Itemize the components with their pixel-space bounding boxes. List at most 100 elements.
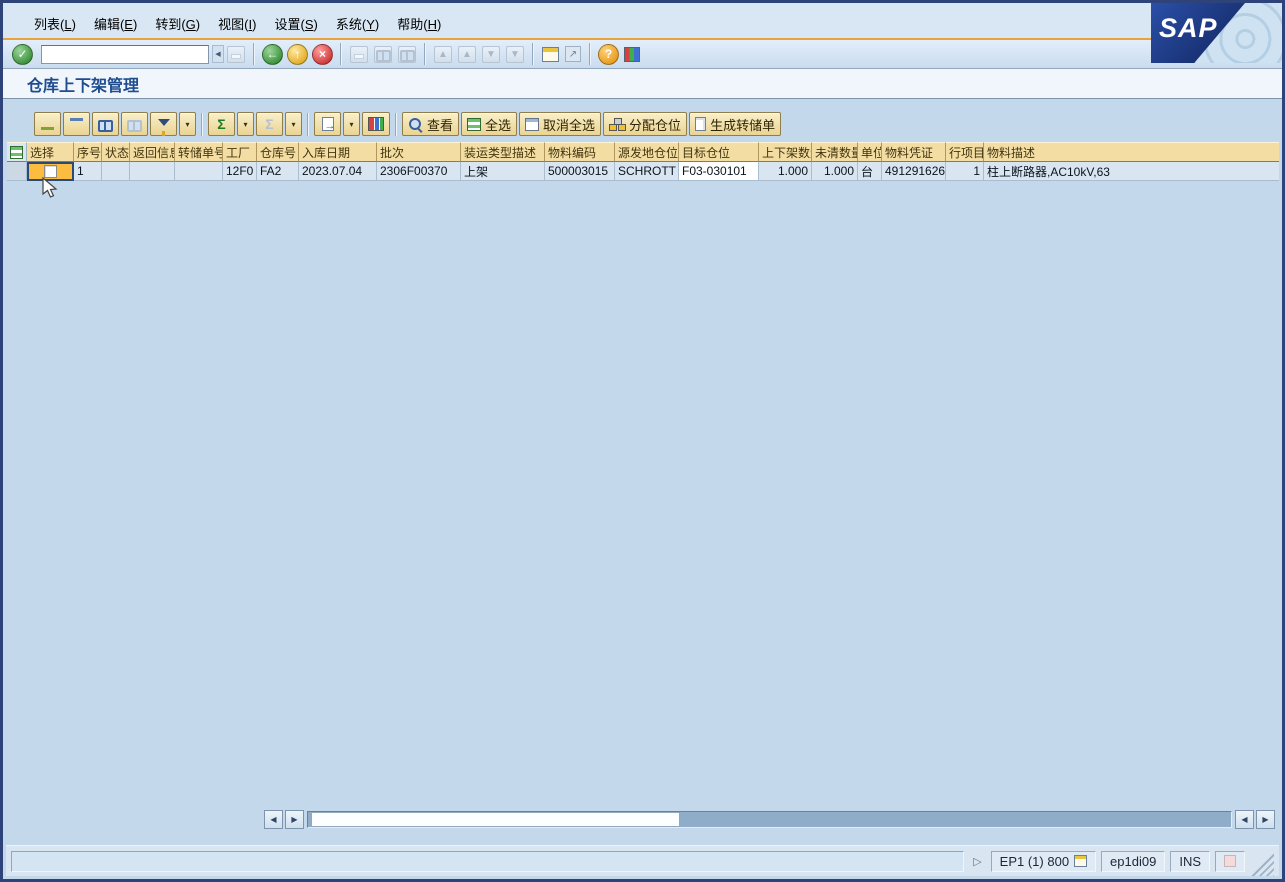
cell-4[interactable] [175, 162, 223, 181]
cell-12[interactable]: F03-030101 [679, 162, 759, 181]
command-history-icon[interactable]: ◀ [212, 45, 224, 63]
back-icon[interactable]: ← [262, 43, 283, 65]
scroll-left-icon[interactable]: ◀ [264, 810, 283, 829]
column-header-7[interactable]: 入库日期 [299, 142, 377, 162]
print-list-icon[interactable] [34, 112, 61, 136]
cell-8[interactable]: 2306F00370 [377, 162, 461, 181]
row-selector-cell[interactable] [7, 162, 27, 181]
enter-icon[interactable]: ✓ [12, 43, 33, 65]
cancel-icon[interactable]: × [312, 43, 333, 65]
customize-layout-icon[interactable] [624, 46, 640, 62]
scrollbar-track[interactable] [307, 811, 1232, 828]
new-session-icon[interactable] [542, 46, 559, 62]
toolbar-separator [253, 43, 255, 65]
assign-bin-button[interactable]: 分配仓位 [603, 112, 688, 136]
cell-15[interactable]: 台 [858, 162, 882, 181]
sort-descending-icon[interactable] [63, 112, 90, 136]
export-icon[interactable] [314, 112, 341, 136]
menu-item-label: 设置 [274, 17, 301, 32]
create-transfer-order-button[interactable]: 生成转储单 [689, 112, 782, 136]
cell-17[interactable]: 1 [946, 162, 984, 181]
column-header-8[interactable]: 批次 [377, 142, 461, 162]
subtotal-icon[interactable]: Σ [256, 112, 283, 136]
scrollbar-thumb[interactable] [311, 812, 681, 827]
menu-item-L[interactable]: 列表(L) [25, 11, 85, 36]
resize-grip-icon[interactable] [1250, 852, 1274, 876]
deselect-all-button[interactable]: 取消全选 [519, 112, 602, 136]
last-page-icon: ▼ [506, 45, 524, 63]
column-header-14[interactable]: 未清数量 [812, 142, 858, 162]
cell-11[interactable]: SCHROTT [615, 162, 679, 181]
menu-item-S[interactable]: 设置(S) [265, 11, 326, 36]
view-button[interactable]: 查看 [402, 112, 460, 136]
find-next-icon[interactable] [121, 112, 148, 136]
row-select-checkbox[interactable] [44, 165, 57, 178]
scroll-right-end-icon[interactable]: ▶ [1256, 810, 1275, 829]
cell-6[interactable]: FA2 [257, 162, 299, 181]
menu-item-H[interactable]: 帮助(H) [388, 11, 450, 36]
cell-14[interactable]: 1.000 [812, 162, 858, 181]
column-header-9[interactable]: 装运类型描述 [461, 142, 545, 162]
create-shortcut-icon[interactable]: ↗ [565, 46, 581, 62]
cell-16[interactable]: 4912916265 [882, 162, 946, 181]
button-label: 查看 [427, 117, 454, 133]
column-header-4[interactable]: 转储单号 [175, 142, 223, 162]
scroll-right-icon[interactable]: ▶ [285, 810, 304, 829]
column-header-5[interactable]: 工厂 [223, 142, 257, 162]
menu-item-mnemonic: E [124, 17, 133, 32]
menu-item-mnemonic: Y [366, 17, 375, 32]
message-expand-icon[interactable]: ▷ [969, 855, 985, 868]
column-header-11[interactable]: 源发地仓位 [615, 142, 679, 162]
column-header-0[interactable]: 选择 [27, 142, 74, 162]
server-list-icon[interactable] [1074, 855, 1088, 867]
column-header-13[interactable]: 上下架数量 [759, 142, 812, 162]
menu-item-mnemonic: G [185, 17, 196, 32]
page-title: 仓库上下架管理 [27, 77, 140, 95]
layout-icon[interactable] [362, 112, 390, 136]
row-select-checkbox-cell[interactable] [27, 162, 74, 181]
insert-mode-panel[interactable]: INS [1170, 850, 1210, 872]
cell-5[interactable]: 12F0 [223, 162, 257, 181]
scroll-left-end-icon[interactable]: ◀ [1235, 810, 1254, 829]
sum-menu-icon[interactable]: ▾ [237, 112, 254, 136]
help-icon[interactable]: ? [598, 43, 619, 65]
column-header-10[interactable]: 物料编码 [545, 142, 615, 162]
cell-1[interactable]: 1 [74, 162, 102, 181]
select-all-rows-icon[interactable] [7, 142, 27, 162]
exit-icon[interactable]: ↑ [287, 43, 308, 65]
button-label: 全选 [485, 117, 512, 133]
menu-item-I[interactable]: 视图(I) [209, 11, 265, 36]
menu-item-G[interactable]: 转到(G) [146, 11, 209, 36]
standard-toolbar: ✓ ◀ ← ↑ × ▲ ▲ ▼ ▼ ↗ ? [3, 40, 1282, 69]
cell-2[interactable] [102, 162, 130, 181]
column-header-18[interactable]: 物料描述 [984, 142, 1279, 162]
cell-10[interactable]: 500003015 [545, 162, 615, 181]
filter-menu-icon[interactable]: ▾ [179, 112, 196, 136]
column-header-12[interactable]: 目标仓位 [679, 142, 759, 162]
system-info-panel[interactable]: EP1 (1) 800 [990, 850, 1097, 872]
status-message-field [11, 850, 965, 872]
cell-9[interactable]: 上架 [461, 162, 545, 181]
subtotal-menu-icon[interactable]: ▾ [285, 112, 302, 136]
column-header-17[interactable]: 行项目 [946, 142, 984, 162]
column-header-3[interactable]: 返回信息 [130, 142, 175, 162]
cell-18[interactable]: 柱上断路器,AC10kV,63 [984, 162, 1279, 181]
menu-item-E[interactable]: 编辑(E) [85, 11, 146, 36]
column-header-2[interactable]: 状态 [102, 142, 130, 162]
cell-3[interactable] [130, 162, 175, 181]
find-icon[interactable] [92, 112, 119, 136]
column-header-1[interactable]: 序号 [74, 142, 102, 162]
cell-7[interactable]: 2023.07.04 [299, 162, 377, 181]
column-header-16[interactable]: 物料凭证 [882, 142, 946, 162]
column-header-15[interactable]: 单位 [858, 142, 882, 162]
select-all-button[interactable]: 全选 [461, 112, 518, 136]
sum-icon[interactable]: Σ [208, 112, 235, 136]
cell-13[interactable]: 1.000 [759, 162, 812, 181]
button-label: 分配仓位 [629, 117, 682, 133]
filter-icon[interactable] [150, 112, 177, 136]
menu-item-Y[interactable]: 系统(Y) [327, 11, 388, 36]
command-field[interactable] [41, 44, 209, 64]
column-header-6[interactable]: 仓库号 [257, 142, 299, 162]
export-menu-icon[interactable]: ▾ [343, 112, 360, 136]
toolbar-separator [589, 43, 591, 65]
